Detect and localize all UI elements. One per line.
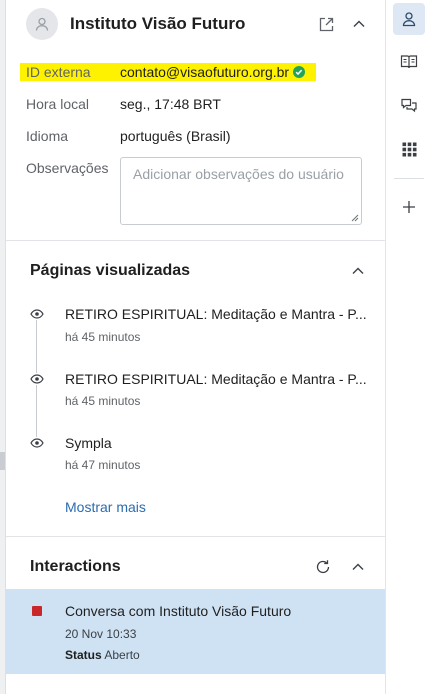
rail-apps-button[interactable] <box>393 133 425 165</box>
refresh-icon <box>316 560 330 574</box>
open-external-icon <box>319 17 333 31</box>
external-id-value[interactable]: contato@visaofuturo.org.br <box>120 64 305 80</box>
external-id-label: ID externa <box>26 64 91 80</box>
rail-knowledge-button[interactable] <box>393 46 425 78</box>
collapse-pages-button[interactable] <box>349 262 367 280</box>
interactions-title: Interactions <box>30 558 121 575</box>
avatar <box>26 8 58 40</box>
refresh-button[interactable] <box>314 558 332 576</box>
external-id-text: contato@visaofuturo.org.br <box>120 64 290 80</box>
rail-chat-button[interactable] <box>393 89 425 121</box>
page-view-time: há 45 minutos <box>65 330 141 344</box>
rail-user-button[interactable] <box>393 3 425 35</box>
user-icon <box>402 12 416 27</box>
notes-label: Observações <box>26 160 109 176</box>
status-value: Aberto <box>104 648 140 662</box>
collapse-user-button[interactable] <box>349 14 369 34</box>
open-external-button[interactable] <box>316 14 336 34</box>
rail-add-button[interactable] <box>393 191 425 223</box>
resize-handle[interactable] <box>0 452 5 470</box>
user-details-panel: Instituto Visão Futuro ID externa contat… <box>6 0 386 694</box>
user-header: Instituto Visão Futuro <box>6 0 385 50</box>
user-avatar-icon <box>35 17 49 31</box>
interaction-status: Status Aberto <box>65 648 140 662</box>
eye-icon <box>29 308 45 320</box>
status-open-icon <box>32 606 42 616</box>
page-view-time: há 45 minutos <box>65 394 141 408</box>
interaction-item[interactable]: Conversa com Instituto Visão Futuro 20 N… <box>6 589 385 674</box>
plus-icon <box>403 201 415 213</box>
page-view-title[interactable]: Sympla <box>65 435 112 451</box>
chevron-up-icon <box>353 20 365 27</box>
verified-check-icon <box>292 66 305 78</box>
page-view-title[interactable]: RETIRO ESPIRITUAL: Meditação e Mantra - … <box>65 371 367 387</box>
notes-textarea[interactable]: Adicionar observações do usuário <box>120 157 362 225</box>
page-view-title[interactable]: RETIRO ESPIRITUAL: Meditação e Mantra - … <box>65 306 367 322</box>
interaction-date: 20 Nov 10:33 <box>65 627 137 641</box>
collapse-interactions-button[interactable] <box>349 558 367 576</box>
ticket-context-panel: Instituto Visão Futuro ID externa contat… <box>0 0 431 694</box>
chevron-up-icon <box>352 267 364 274</box>
show-more-link[interactable]: Mostrar mais <box>65 499 146 515</box>
user-name[interactable]: Instituto Visão Futuro <box>70 14 245 34</box>
language-value: português (Brasil) <box>120 128 231 144</box>
context-rail <box>386 0 431 694</box>
pages-viewed-title: Páginas visualizadas <box>30 262 191 279</box>
page-view-time: há 47 minutos <box>65 458 141 472</box>
apps-grid-icon <box>402 142 416 156</box>
section-divider <box>6 536 385 537</box>
chevron-up-icon <box>352 563 364 570</box>
eye-icon <box>29 373 45 385</box>
eye-icon <box>29 437 45 449</box>
knowledge-book-icon <box>400 55 418 69</box>
notes-placeholder: Adicionar observações do usuário <box>133 166 344 182</box>
local-time-label: Hora local <box>26 96 90 112</box>
chat-bubbles-icon <box>401 98 417 113</box>
resize-grip-icon[interactable] <box>351 214 359 222</box>
interaction-title: Conversa com Instituto Visão Futuro <box>65 603 292 619</box>
rail-divider <box>394 178 424 179</box>
section-divider <box>6 240 385 241</box>
language-label: Idioma <box>26 128 69 144</box>
status-label: Status <box>65 648 102 662</box>
local-time-value: seg., 17:48 BRT <box>120 96 221 112</box>
